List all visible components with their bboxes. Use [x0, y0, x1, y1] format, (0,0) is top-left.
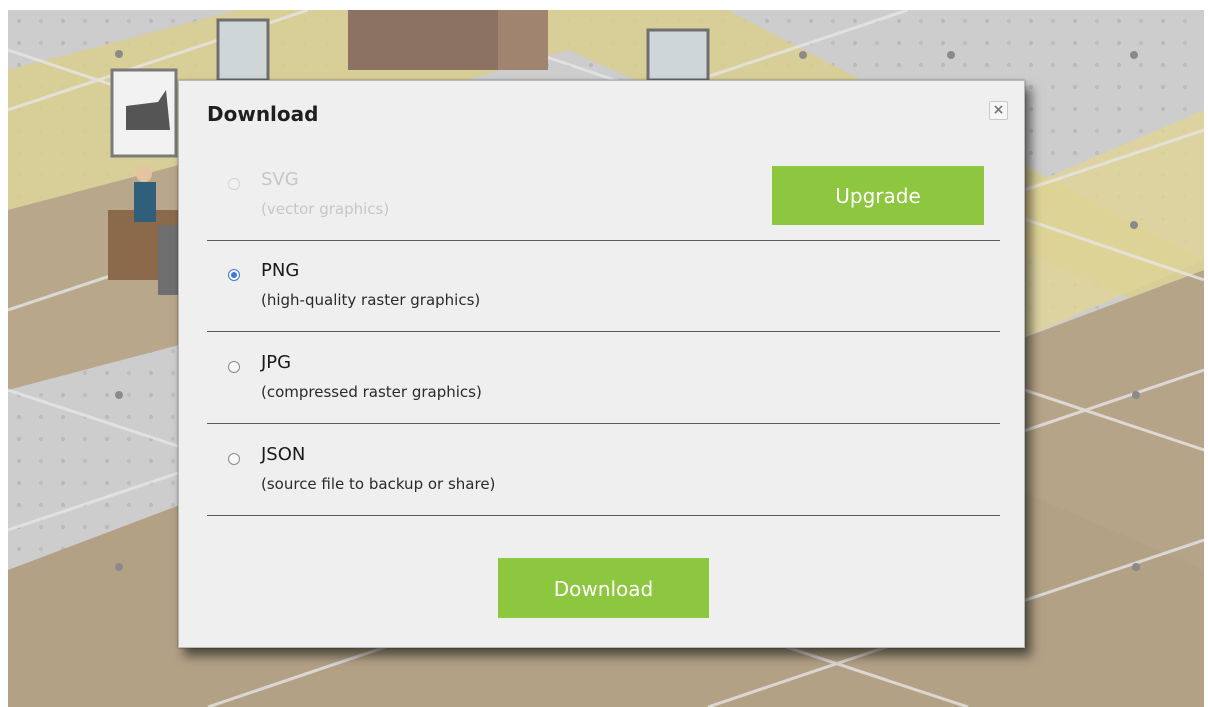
option-png-format: PNG — [261, 260, 300, 281]
option-png-description: (high-quality raster graphics) — [261, 291, 481, 309]
dialog-title: Download — [207, 102, 319, 126]
option-json-description: (source file to backup or share) — [261, 475, 496, 493]
option-jpg-format: JPG — [261, 352, 292, 373]
option-svg-description: (vector graphics) — [261, 200, 390, 218]
option-jpg-description: (compressed raster graphics) — [261, 383, 482, 401]
separator — [207, 515, 1000, 516]
close-button[interactable]: × — [989, 101, 1008, 120]
option-json-format: JSON — [261, 444, 306, 465]
separator — [207, 423, 1000, 424]
radio-json[interactable] — [228, 453, 240, 465]
separator — [207, 331, 1000, 332]
option-png[interactable]: PNG (high-quality raster graphics) — [207, 258, 1000, 318]
option-jpg[interactable]: JPG (compressed raster graphics) — [207, 350, 1000, 410]
download-dialog: Download × SVG (vector graphics) Upgrade… — [178, 80, 1025, 648]
radio-jpg[interactable] — [228, 361, 240, 373]
download-button[interactable]: Download — [498, 558, 709, 618]
radio-svg — [228, 178, 240, 190]
option-json[interactable]: JSON (source file to backup or share) — [207, 442, 1000, 502]
upgrade-button[interactable]: Upgrade — [772, 166, 984, 225]
radio-png[interactable] — [228, 269, 240, 281]
separator — [207, 240, 1000, 241]
option-svg-format: SVG — [261, 169, 299, 190]
